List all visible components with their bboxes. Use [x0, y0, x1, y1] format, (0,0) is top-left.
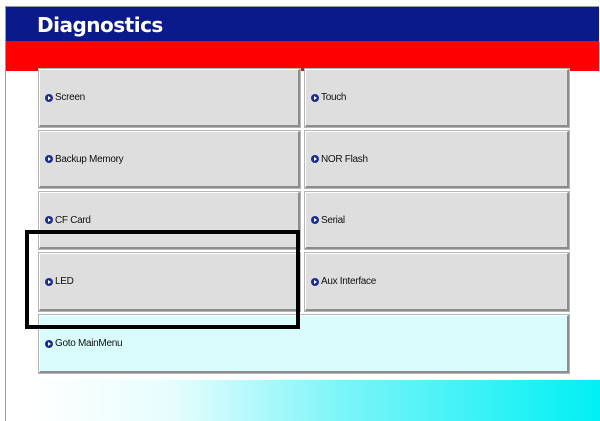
- cf-card-button[interactable]: CF Card: [39, 192, 300, 249]
- page-title: Diagnostics: [37, 13, 163, 37]
- arrow-right-circle-icon: [45, 216, 53, 224]
- aux-interface-button[interactable]: Aux Interface: [305, 253, 569, 311]
- touch-button[interactable]: Touch: [305, 69, 569, 127]
- led-button[interactable]: LED: [39, 253, 300, 311]
- screen-button[interactable]: Screen: [39, 69, 300, 127]
- arrow-right-circle-icon: [311, 93, 319, 102]
- screen-button-label: Screen: [55, 92, 85, 103]
- arrow-right-circle-icon: [45, 155, 53, 163]
- cf-card-button-label: CF Card: [55, 214, 91, 226]
- arrow-right-circle-icon: [311, 155, 319, 163]
- aux-interface-button-label: Aux Interface: [321, 276, 377, 287]
- led-button-label: LED: [55, 276, 74, 287]
- arrow-right-circle-icon: [45, 93, 53, 102]
- serial-button[interactable]: Serial: [305, 192, 569, 249]
- touch-button-label: Touch: [321, 92, 347, 103]
- arrow-right-circle-icon: [311, 216, 319, 224]
- title-bar: Diagnostics: [6, 7, 599, 41]
- arrow-right-circle-icon: [311, 277, 319, 286]
- nor-flash-button-label: NOR Flash: [321, 153, 368, 165]
- nor-flash-button[interactable]: NOR Flash: [305, 131, 569, 188]
- backup-memory-button[interactable]: Backup Memory: [39, 131, 300, 188]
- arrow-right-circle-icon: [45, 339, 53, 348]
- goto-mainmenu-button-label: Goto MainMenu: [55, 338, 123, 349]
- cyan-footer-band: [30, 380, 600, 421]
- backup-memory-button-label: Backup Memory: [55, 153, 124, 165]
- arrow-right-circle-icon: [45, 277, 53, 286]
- red-header-band: [6, 41, 599, 71]
- goto-mainmenu-button[interactable]: Goto MainMenu: [39, 315, 569, 373]
- serial-button-label: Serial: [321, 214, 345, 226]
